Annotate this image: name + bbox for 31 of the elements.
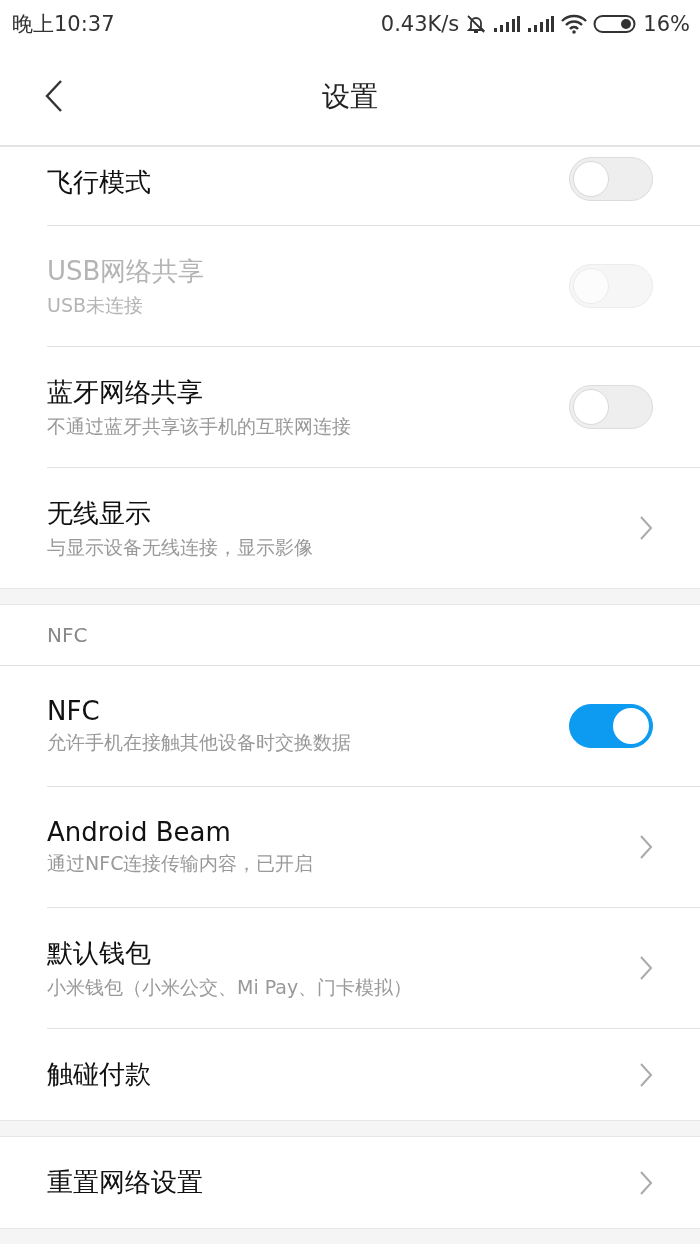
setting-title: 重置网络设置 <box>47 1166 203 1199</box>
chevron-right-icon <box>639 834 653 860</box>
setting-title: NFC <box>47 696 101 726</box>
setting-title: 飞行模式 <box>47 166 151 199</box>
chevron-right-icon <box>639 515 653 541</box>
setting-description: USB未连接 <box>47 292 144 318</box>
setting-title: 蓝牙网络共享 <box>47 375 204 409</box>
section-heading: NFC <box>47 623 88 647</box>
setting-title: USB网络共享 <box>47 254 205 288</box>
page-title: 设置 <box>322 78 378 115</box>
setting-title: 默认钱包 <box>47 936 152 970</box>
setting-title: 无线显示 <box>47 496 152 530</box>
chevron-right-icon <box>639 955 653 981</box>
setting-title: 触碰付款 <box>47 1058 151 1091</box>
wifi-icon <box>561 14 588 34</box>
setting-title: Android Beam <box>47 817 232 847</box>
network-speed: 0.43K/s <box>380 12 460 36</box>
status-time: 晚上10:37 <box>12 11 115 38</box>
signal-icon <box>493 15 522 33</box>
chevron-right-icon <box>639 1169 653 1196</box>
battery-percent: 16% <box>643 12 690 36</box>
chevron-right-icon <box>639 1061 653 1088</box>
setting-description: 小米钱包（小米公交、Mi Pay、门卡模拟） <box>47 974 413 1000</box>
setting-description: 通过NFC连接传输内容，已开启 <box>47 851 314 876</box>
setting-description: 不通过蓝牙共享该手机的互联网连接 <box>47 413 351 439</box>
toggle-switch[interactable] <box>569 704 653 748</box>
muted-bell-icon <box>465 13 488 35</box>
setting-description: 与显示设备无线连接，显示影像 <box>47 534 313 560</box>
battery-icon <box>593 14 638 34</box>
setting-description: 允许手机在接触其他设备时交换数据 <box>47 730 351 755</box>
signal-icon <box>527 15 556 33</box>
